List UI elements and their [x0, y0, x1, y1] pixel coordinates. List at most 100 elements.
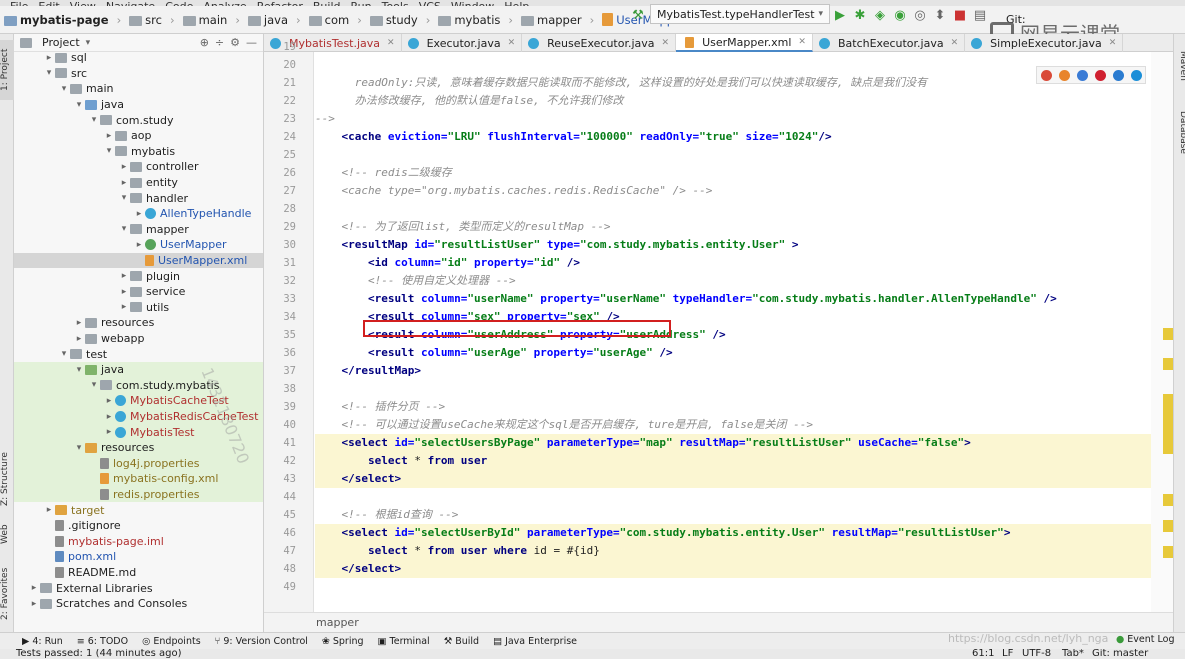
bottom-tool-java-enterprise[interactable]: ▤ Java Enterprise	[493, 636, 577, 647]
close-icon[interactable]: ✕	[798, 37, 806, 47]
editor-scrollbar[interactable]	[1151, 52, 1173, 632]
file-encoding[interactable]: UTF-8	[1022, 649, 1051, 659]
breadcrumb-item[interactable]: mapper	[537, 13, 582, 27]
editor-tab[interactable]: Executor.java ✕	[402, 34, 523, 52]
chevron-down-icon[interactable]: ▾	[88, 380, 100, 390]
tree-row[interactable]: ▾ test	[14, 346, 263, 362]
close-icon[interactable]: ✕	[1109, 38, 1117, 48]
collapse-all-icon[interactable]: ÷	[215, 36, 224, 49]
tree-row[interactable]: ▸ resources	[14, 315, 263, 331]
tree-row[interactable]: ▸ AllenTypeHandle	[14, 206, 263, 222]
tree-row[interactable]: ▸ UserMapper	[14, 237, 263, 253]
status-message[interactable]: Tests passed: 1 (44 minutes ago)	[16, 649, 182, 659]
event-log-button[interactable]: ● Event Log	[1116, 634, 1175, 645]
tree-row[interactable]: ▾ mybatis	[14, 144, 263, 160]
tree-row[interactable]: ▸ controller	[14, 159, 263, 175]
safari-icon[interactable]	[1076, 69, 1088, 81]
chevron-right-icon[interactable]: ▸	[73, 334, 85, 344]
tree-row[interactable]: ▸ Scratches and Consoles	[14, 596, 263, 612]
tree-row[interactable]: ▸ service	[14, 284, 263, 300]
breadcrumb-item[interactable]: main	[199, 13, 228, 27]
edge-icon[interactable]	[1130, 69, 1142, 81]
chevron-down-icon[interactable]: ▾	[73, 365, 85, 375]
tree-row[interactable]: ▸ plugin	[14, 268, 263, 284]
chevron-down-icon[interactable]: ▾	[118, 193, 130, 203]
line-separator[interactable]: LF	[1002, 649, 1013, 659]
bottom-tool-terminal[interactable]: ▣ Terminal	[378, 636, 430, 647]
tree-row[interactable]: ▾ com.study	[14, 112, 263, 128]
chevron-right-icon[interactable]: ▸	[73, 318, 85, 328]
project-tool-tab[interactable]: 1: Project	[0, 40, 14, 100]
gear-icon[interactable]: ⚙	[230, 36, 240, 49]
chevron-right-icon[interactable]: ▸	[118, 271, 130, 281]
locate-icon[interactable]: ⊕	[200, 36, 209, 49]
database-tool-tab[interactable]: Database	[1174, 104, 1185, 160]
tree-row[interactable]: ▸ aop	[14, 128, 263, 144]
favorites-tool-tab[interactable]: 2: Favorites	[0, 564, 14, 624]
tree-row[interactable]: pom.xml	[14, 549, 263, 565]
chevron-right-icon[interactable]: ▸	[118, 302, 130, 312]
firefox-icon[interactable]	[1058, 69, 1070, 81]
tree-row[interactable]: ▸ entity	[14, 175, 263, 191]
run-icon[interactable]: ▶	[832, 8, 848, 24]
chevron-right-icon[interactable]: ▸	[43, 53, 55, 63]
bottom-tool-9-version-control[interactable]: ⑂ 9: Version Control	[215, 636, 308, 647]
editor-tab[interactable]: BatchExecutor.java ✕	[813, 34, 966, 52]
tree-row[interactable]: ▾ java	[14, 362, 263, 378]
stop-red-icon[interactable]: ■	[952, 8, 968, 24]
editor-breadcrumb[interactable]: mapper	[264, 612, 1173, 632]
editor-tab[interactable]: ReuseExecutor.java ✕	[522, 34, 677, 52]
tree-row[interactable]: UserMapper.xml	[14, 252, 263, 269]
breadcrumb-item[interactable]: src	[145, 13, 162, 27]
tree-row[interactable]: ▸ sql	[14, 50, 263, 66]
chevron-down-icon[interactable]: ▾	[73, 443, 85, 453]
chevron-right-icon[interactable]: ▸	[103, 412, 115, 422]
tree-row[interactable]: .gitignore	[14, 518, 263, 534]
chevron-down-icon[interactable]: ▾	[58, 84, 70, 94]
tree-row[interactable]: ▾ handler	[14, 190, 263, 206]
chevron-down-icon[interactable]: ▾	[73, 100, 85, 110]
chevron-down-icon[interactable]: ▾	[43, 68, 55, 78]
bottom-tool-build[interactable]: ⚒ Build	[444, 636, 479, 647]
chevron-down-icon[interactable]: ▾	[118, 224, 130, 234]
chevron-right-icon[interactable]: ▸	[118, 178, 130, 188]
tree-row[interactable]: mybatis-config.xml	[14, 471, 263, 487]
stop-icon[interactable]: ◎	[912, 8, 928, 24]
breadcrumb-item[interactable]: java	[264, 13, 288, 27]
caret-position[interactable]: 61:1	[972, 649, 994, 659]
chevron-right-icon[interactable]: ▸	[103, 396, 115, 406]
tree-row[interactable]: mybatis-page.iml	[14, 534, 263, 550]
chevron-down-icon[interactable]: ▾	[86, 38, 91, 48]
sdk-icon[interactable]: ▤	[972, 8, 988, 24]
chevron-right-icon[interactable]: ▸	[103, 131, 115, 141]
tree-row[interactable]: ▸ utils	[14, 300, 263, 316]
tree-row[interactable]: ▾ src	[14, 66, 263, 82]
coverage-icon[interactable]: ◈	[872, 8, 888, 24]
close-icon[interactable]: ✕	[951, 38, 959, 48]
close-icon[interactable]: ✕	[508, 38, 516, 48]
tree-row[interactable]: ▸ External Libraries	[14, 580, 263, 596]
chevron-right-icon[interactable]: ▸	[28, 599, 40, 609]
tree-row[interactable]: README.md	[14, 565, 263, 581]
ie-icon[interactable]	[1112, 69, 1124, 81]
structure-tool-tab[interactable]: Z: Structure	[0, 444, 14, 514]
editor-tab[interactable]: SimpleExecutor.java ✕	[965, 34, 1124, 52]
hide-panel-icon[interactable]: —	[246, 36, 257, 49]
chrome-icon[interactable]	[1040, 69, 1052, 81]
bottom-tool-spring[interactable]: ❀ Spring	[322, 636, 364, 647]
tree-row[interactable]: ▸ webapp	[14, 331, 263, 347]
project-panel-title[interactable]: Project	[42, 36, 80, 49]
tree-row[interactable]: ▾ java	[14, 97, 263, 113]
run-configuration-select[interactable]: MybatisTest.typeHandlerTest ▾	[650, 4, 831, 24]
indent-setting[interactable]: Tab*	[1062, 649, 1084, 659]
tree-row[interactable]: ▸ target	[14, 502, 263, 518]
tree-row[interactable]: log4j.properties	[14, 455, 263, 472]
chevron-right-icon[interactable]: ▸	[133, 209, 145, 219]
chevron-right-icon[interactable]: ▸	[133, 240, 145, 250]
chevron-right-icon[interactable]: ▸	[118, 162, 130, 172]
chevron-down-icon[interactable]: ▾	[58, 349, 70, 359]
chevron-right-icon[interactable]: ▸	[103, 427, 115, 437]
chevron-down-icon[interactable]: ▾	[88, 115, 100, 125]
editor-tab[interactable]: UserMapper.xml ✕	[676, 34, 813, 52]
tree-row[interactable]: ▾ main	[14, 81, 263, 97]
